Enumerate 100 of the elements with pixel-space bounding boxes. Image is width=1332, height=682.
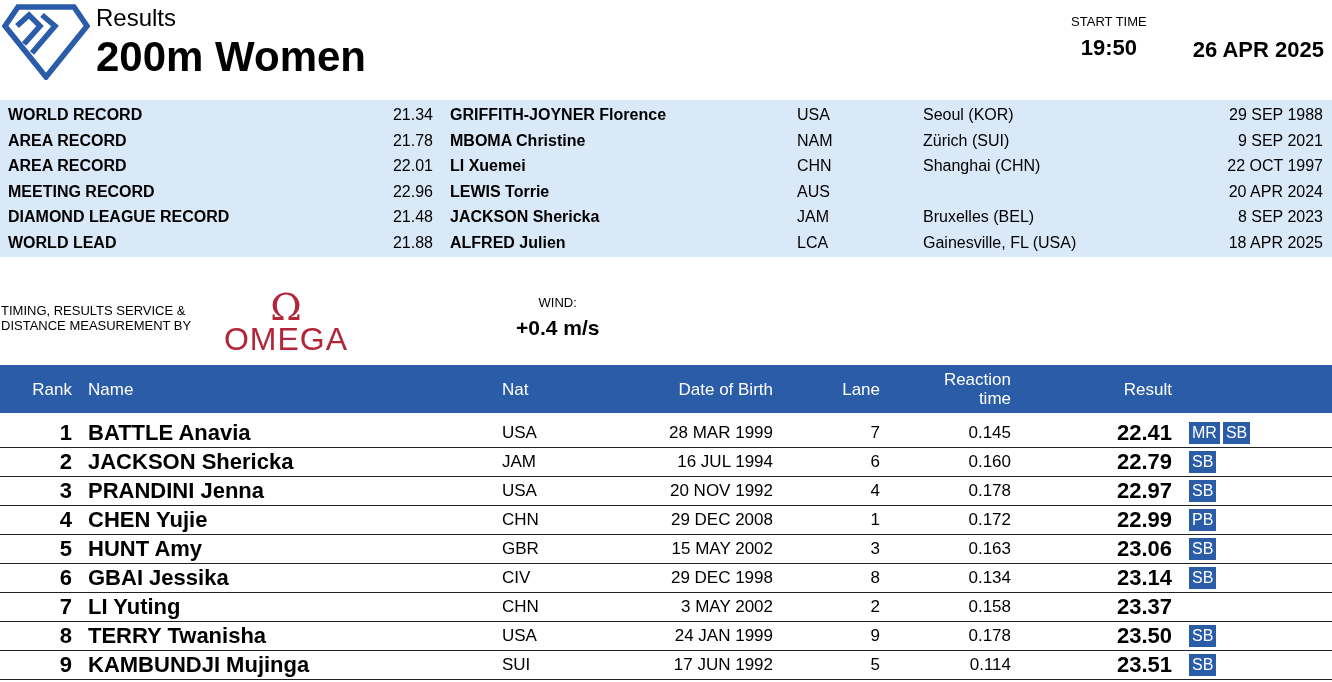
column-header: Date of Birth (677, 379, 773, 399)
wind-value: +0.4 m/s (516, 316, 600, 340)
result-cell-text: 22.41 (1115, 420, 1172, 446)
athlete-name: GBAI Jessika (87, 565, 230, 591)
rank-cell-text: 8 (58, 623, 72, 649)
record-athlete: MBOMA Christine (449, 130, 587, 151)
athlete-name: JACKSON Shericka (87, 449, 295, 475)
record-date: 18 APR 2025 (1227, 232, 1323, 253)
athlete-name: PRANDINI Jenna (87, 478, 266, 504)
record-venue: Seoul (KOR) (923, 105, 1015, 125)
record-mark: 21.48 (391, 207, 433, 227)
event-title: 200m Women (96, 32, 366, 82)
rank-cell-text: 9 (58, 652, 72, 678)
athlete-name: KAMBUNDJI Mujinga (87, 652, 311, 678)
record-athlete: JACKSON Shericka (449, 207, 601, 227)
record-nat: JAM (797, 207, 830, 227)
record-label: WORLD LEAD (8, 232, 118, 253)
record-label: AREA RECORD (8, 130, 128, 151)
record-nat: LCA (797, 232, 830, 253)
column-header: Nat (502, 379, 530, 399)
record-date: 8 SEP 2023 (1236, 207, 1323, 227)
record-venue: Gainesville, FL (USA) (923, 232, 1078, 253)
reaction-cell-text: 0.163 (967, 539, 1011, 559)
column-header: Result (1122, 379, 1172, 399)
column-header: Reaction time (942, 370, 1011, 408)
lane-cell-text: 3 (869, 539, 880, 559)
result-cell-text: 23.50 (1115, 623, 1172, 649)
reaction-cell-text: 0.178 (967, 481, 1011, 501)
athlete-name: HUNT Amy (87, 536, 204, 562)
record-badge: SB (1189, 654, 1217, 676)
column-header: Rank (31, 379, 72, 399)
result-cell-text: 22.99 (1115, 507, 1172, 533)
result-cell-text: 22.97 (1115, 478, 1172, 504)
nat-cell-text: USA (502, 481, 538, 501)
nat-cell-text: CHN (502, 510, 540, 530)
record-mark: 21.78 (391, 130, 433, 151)
column-header: Lane (841, 379, 880, 399)
nat-cell-text: GBR (502, 539, 540, 559)
reaction-cell-text: 0.114 (968, 655, 1011, 675)
record-mark: 22.96 (391, 181, 433, 202)
dob-cell-text: 24 JAN 1999 (673, 626, 773, 646)
record-athlete: GRIFFITH-JOYNER Florence (449, 105, 668, 125)
record-badge: PB (1189, 509, 1217, 531)
record-venue: Bruxelles (BEL) (923, 207, 1036, 227)
record-venue: Zürich (SUI) (923, 130, 1011, 151)
lane-cell-text: 6 (869, 452, 880, 472)
start-time: 19:50 (1080, 35, 1138, 61)
reaction-cell-text: 0.158 (967, 597, 1011, 617)
record-date: 20 APR 2024 (1227, 181, 1323, 202)
record-badge: SB (1189, 480, 1217, 502)
result-cell-text: 22.79 (1115, 449, 1172, 475)
rank-cell-text: 2 (58, 449, 72, 475)
record-nat: USA (797, 105, 831, 125)
record-date: 9 SEP 2021 (1236, 130, 1323, 151)
nat-cell-text: SUI (502, 655, 532, 675)
diamond-logo-icon (2, 4, 90, 80)
record-badge: SB (1189, 538, 1217, 560)
result-cell-text: 23.37 (1115, 594, 1172, 620)
nat-cell-text: USA (502, 423, 538, 443)
rank-cell-text: 6 (58, 565, 72, 591)
reaction-cell-text: 0.145 (967, 423, 1011, 443)
nat-cell-text: CIV (502, 568, 532, 588)
record-label: AREA RECORD (8, 156, 128, 176)
record-mark: 22.01 (391, 156, 433, 176)
record-mark: 21.88 (391, 232, 433, 253)
dob-cell-text: 28 MAR 1999 (668, 423, 773, 443)
column-header: Name (87, 379, 135, 399)
athlete-name: CHEN Yujie (87, 507, 209, 533)
page-subtitle: Results (96, 4, 178, 32)
rank-cell-text: 1 (58, 420, 72, 446)
rank-cell-text: 4 (58, 507, 72, 533)
record-badge: MR (1189, 422, 1220, 444)
rank-cell-text: 5 (58, 536, 72, 562)
dob-cell-text: 17 JUN 1992 (672, 655, 773, 675)
reaction-cell-text: 0.178 (967, 626, 1011, 646)
record-badge: SB (1222, 422, 1251, 444)
lane-cell-text: 8 (869, 568, 880, 588)
record-badge: SB (1189, 625, 1217, 647)
record-athlete: ALFRED Julien (449, 232, 567, 253)
record-nat: NAM (797, 130, 834, 151)
dob-cell-text: 20 NOV 1992 (669, 481, 773, 501)
reaction-cell-text: 0.134 (967, 568, 1011, 588)
rank-cell-text: 7 (58, 594, 72, 620)
dob-cell-text: 15 MAY 2002 (670, 539, 773, 559)
result-cell-text: 23.06 (1115, 536, 1172, 562)
dob-cell-text: 29 DEC 2008 (669, 510, 773, 530)
record-badge: SB (1189, 451, 1217, 473)
record-date: 29 SEP 1988 (1228, 105, 1323, 125)
lane-cell-text: 9 (869, 626, 880, 646)
record-label: DIAMOND LEAGUE RECORD (8, 207, 231, 227)
nat-cell-text: USA (502, 626, 538, 646)
nat-cell-text: CHN (502, 597, 540, 617)
reaction-cell-text: 0.172 (967, 510, 1011, 530)
athlete-name: BATTLE Anavia (87, 420, 252, 446)
record-mark: 21.34 (391, 105, 433, 125)
lane-cell-text: 5 (869, 655, 880, 675)
athlete-name: TERRY Twanisha (87, 623, 268, 649)
lane-cell-text: 2 (869, 597, 880, 617)
start-time-label: START TIME (1071, 14, 1147, 29)
dob-cell-text: 29 DEC 1998 (669, 568, 773, 588)
